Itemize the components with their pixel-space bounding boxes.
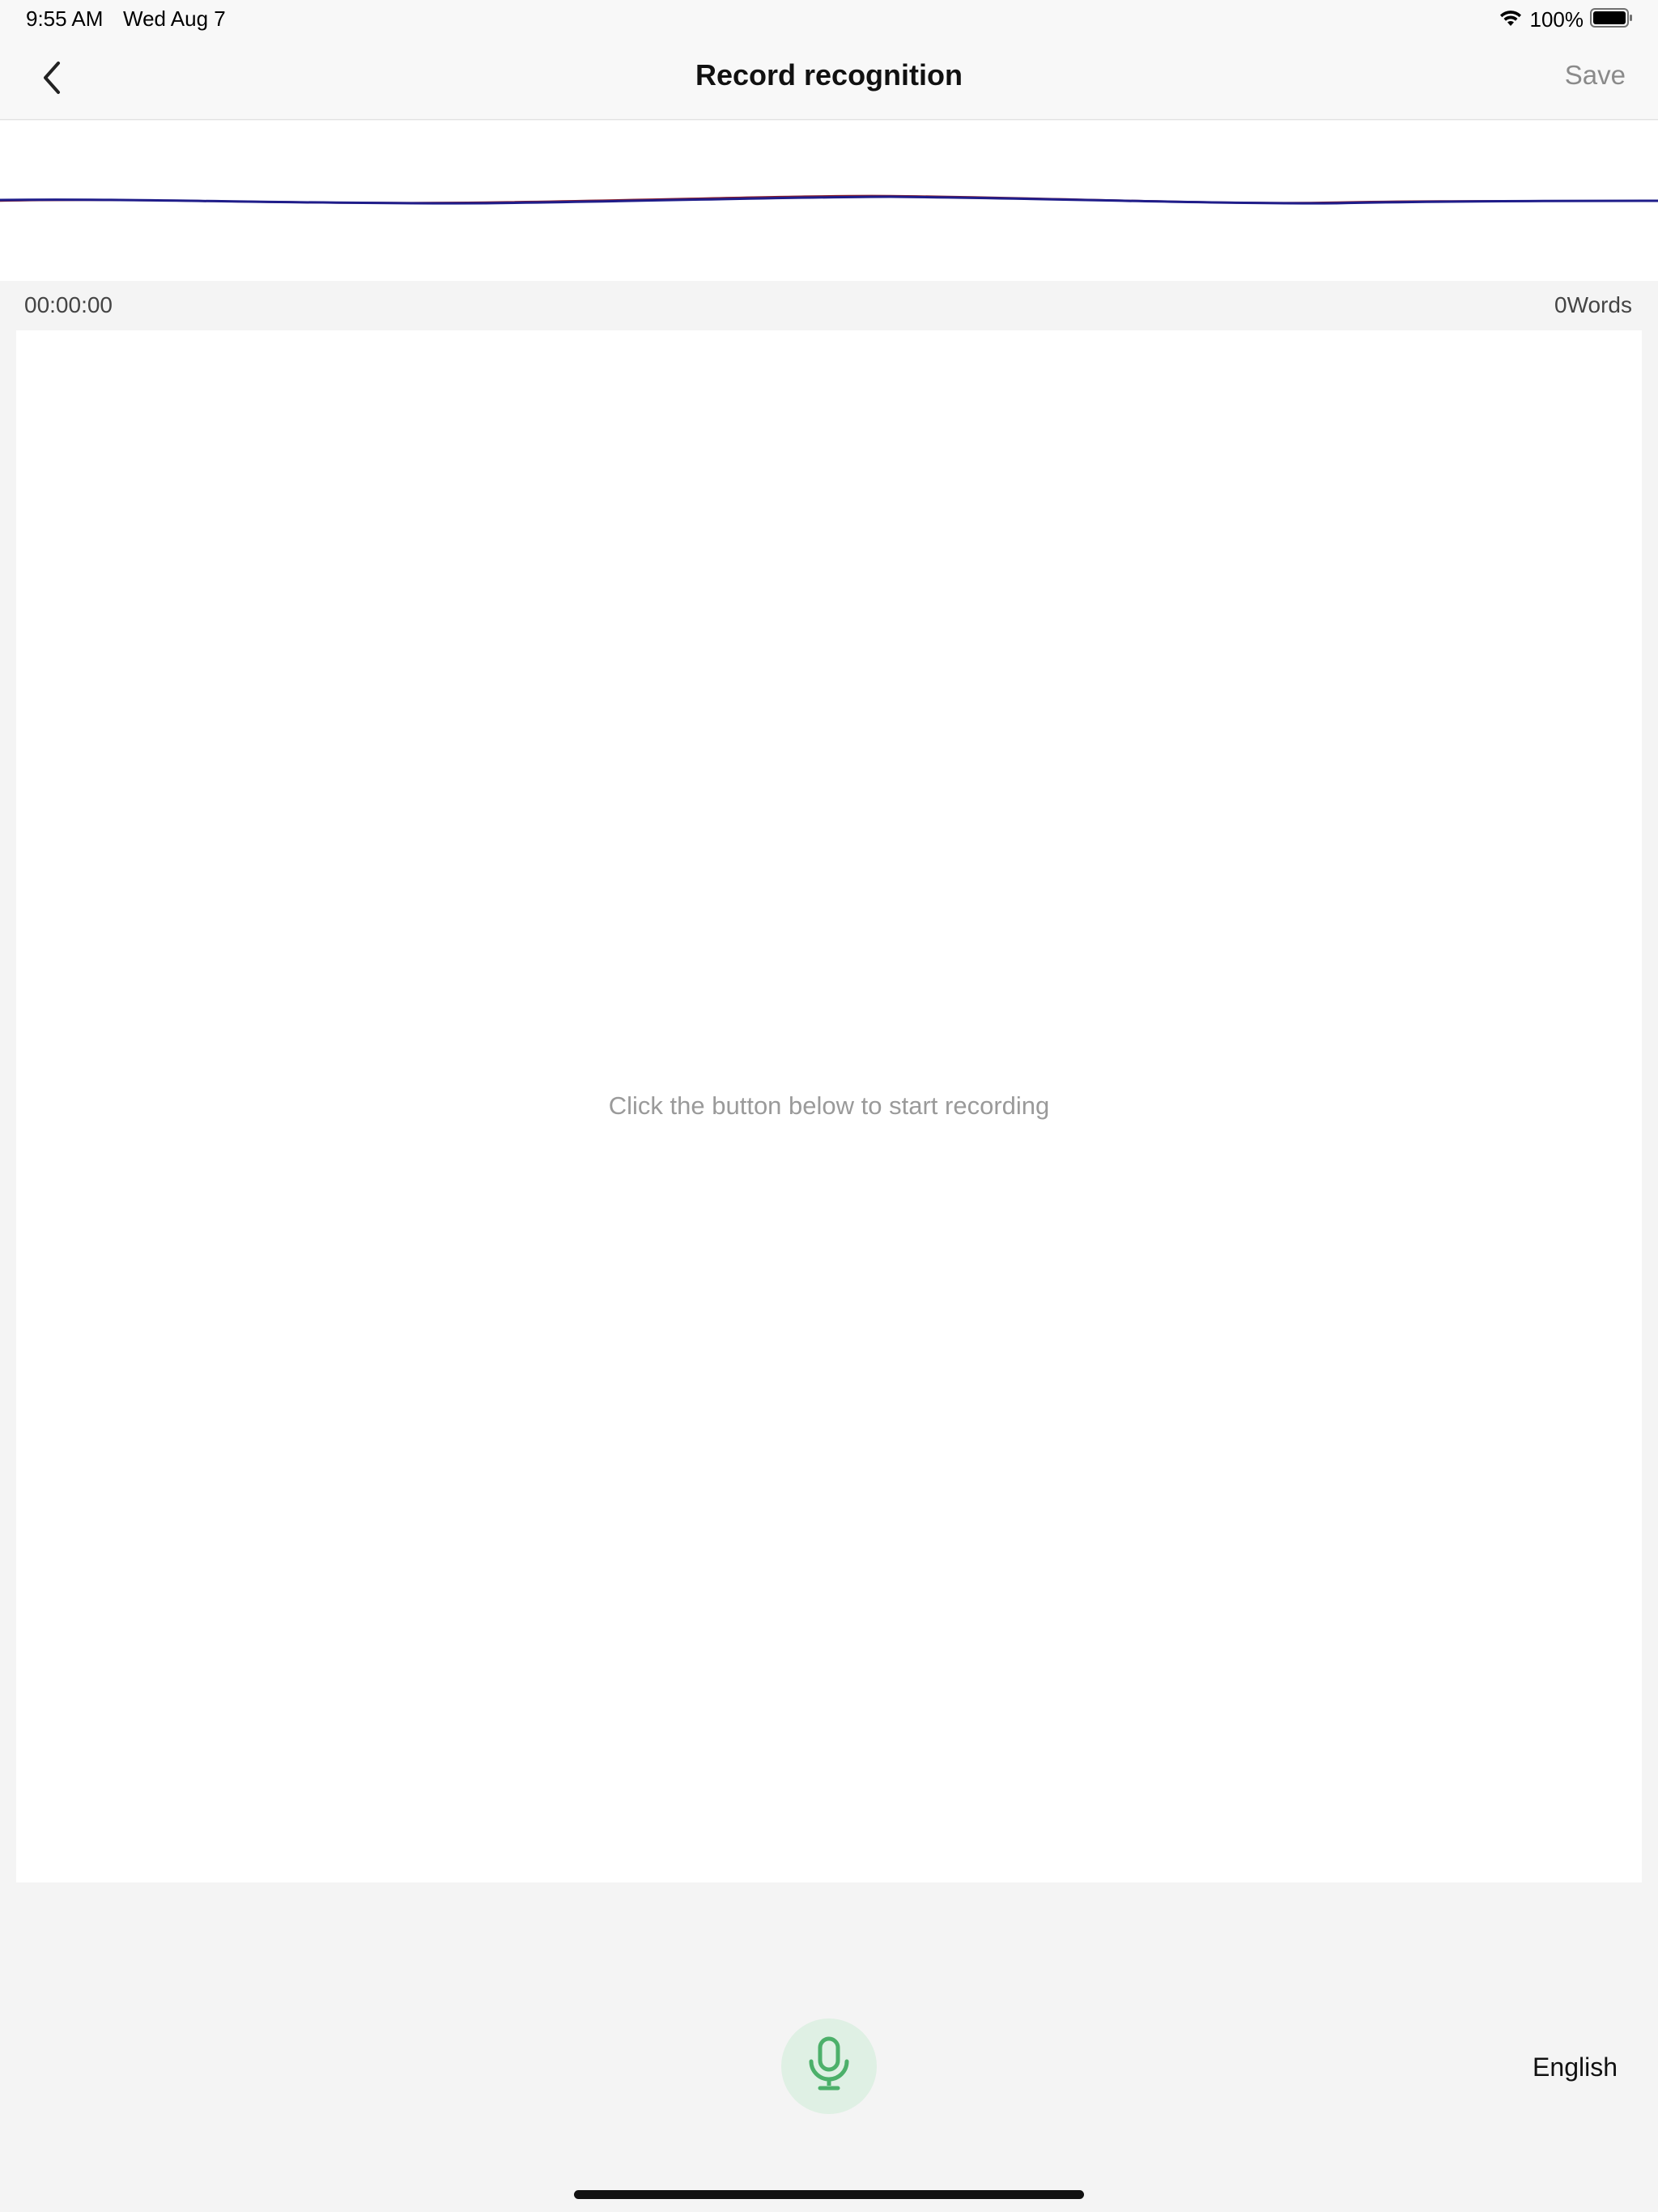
- status-indicators: 100%: [1498, 6, 1635, 32]
- status-bar: 9:55 AM Wed Aug 7 100%: [0, 0, 1658, 39]
- record-button[interactable]: [781, 2018, 877, 2114]
- language-selector[interactable]: English: [1533, 2052, 1618, 2082]
- battery-icon: [1590, 7, 1634, 32]
- elapsed-timer: 00:00:00: [24, 292, 113, 317]
- status-date: Wed Aug 7: [123, 6, 226, 31]
- battery-percentage: 100%: [1529, 6, 1584, 32]
- waveform-visualizer: [0, 121, 1658, 281]
- save-button[interactable]: Save: [1565, 60, 1626, 91]
- home-indicator[interactable]: [574, 2190, 1084, 2199]
- waveform-blue-line: [0, 195, 1658, 205]
- word-count: 0Words: [1554, 292, 1632, 317]
- transcript-panel: Click the button below to start recordin…: [16, 330, 1642, 1882]
- page-title: Record recognition: [695, 58, 963, 91]
- chevron-left-icon: [40, 60, 65, 100]
- microphone-icon: [805, 2035, 853, 2098]
- navigation-bar: Record recognition Save: [0, 39, 1658, 120]
- wifi-icon: [1498, 8, 1524, 32]
- empty-state-hint: Click the button below to start recordin…: [608, 1091, 1050, 1120]
- back-button[interactable]: [24, 55, 81, 104]
- recording-info-row: 00:00:00 0Words: [0, 281, 1658, 330]
- status-time: 9:55 AM: [26, 6, 104, 31]
